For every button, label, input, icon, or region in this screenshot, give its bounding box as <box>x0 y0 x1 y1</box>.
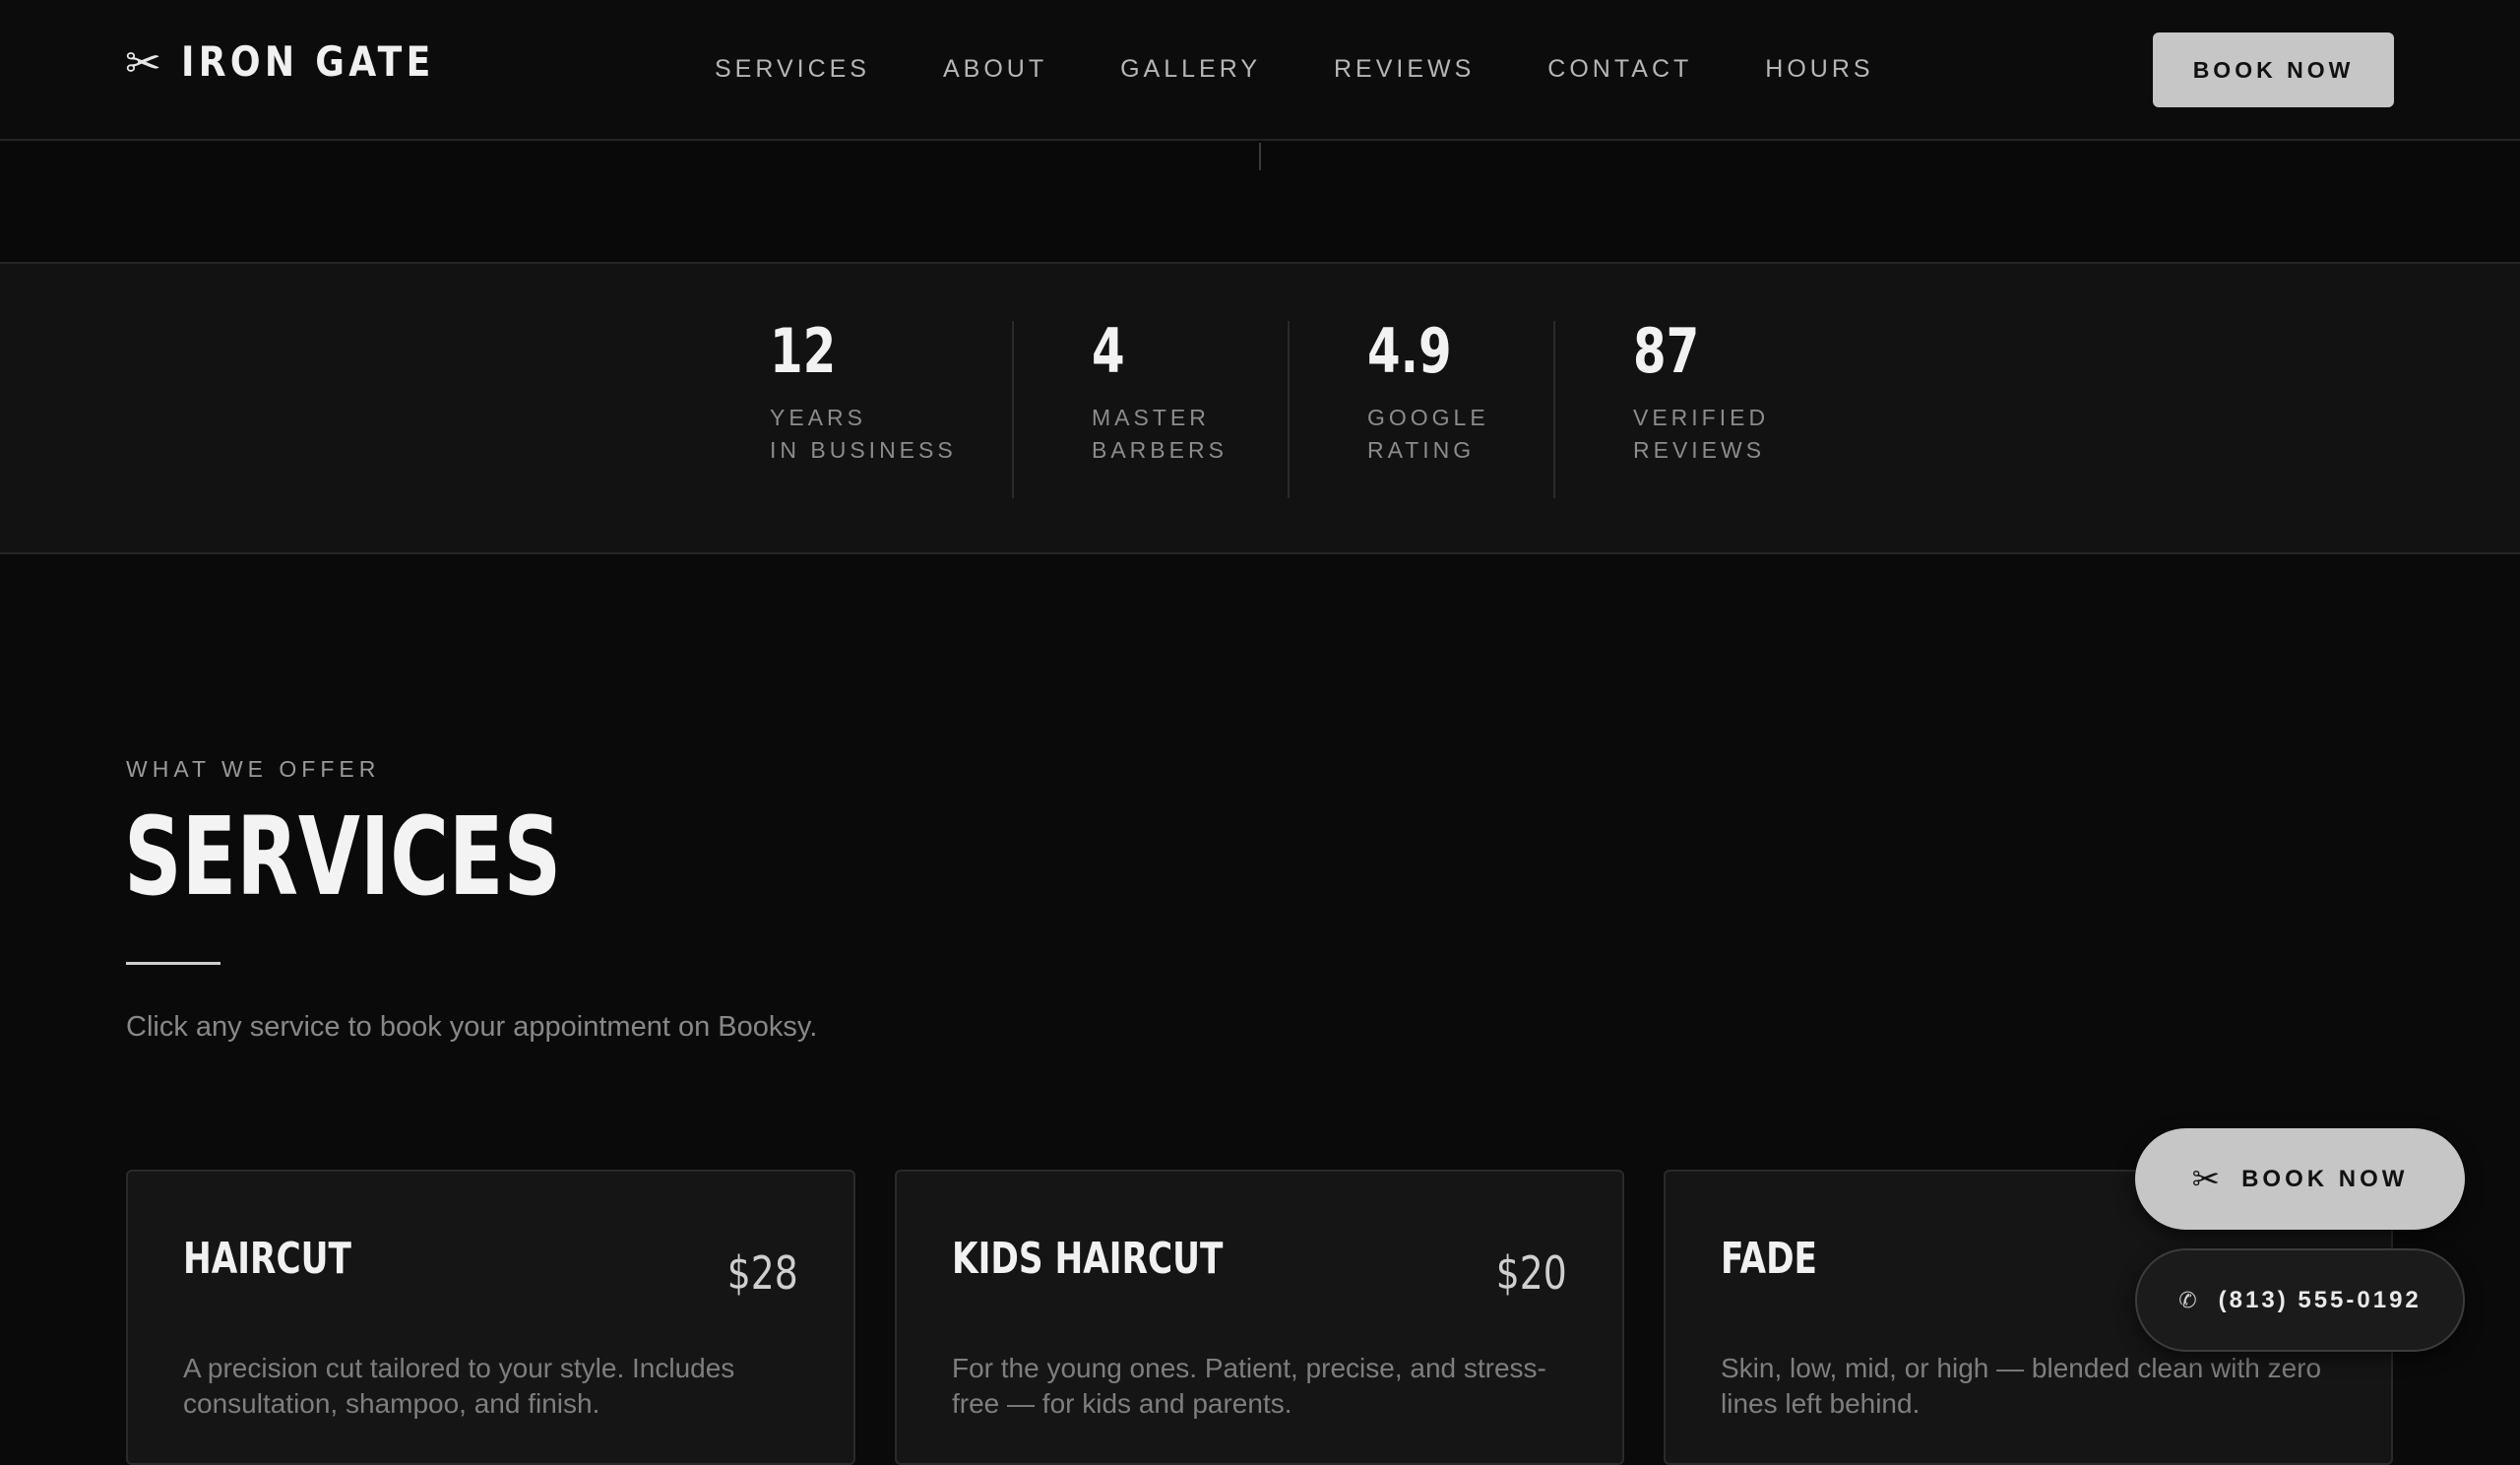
stats-bar: 12 YEARS IN BUSINESS 4 MASTER BARBERS 4.… <box>0 262 2520 554</box>
service-description: Skin, low, mid, or high — blended clean … <box>1721 1353 2322 1419</box>
service-title: FADE <box>1721 1234 1817 1284</box>
section-subtitle: Click any service to book your appointme… <box>126 1011 818 1043</box>
stat-years: 12 YEARS IN BUSINESS <box>770 321 957 467</box>
section-title: SERVICES <box>124 794 562 920</box>
service-price: $28 <box>726 1246 798 1300</box>
scissors-icon: ✂ <box>125 38 161 88</box>
stat-value: 12 <box>770 315 837 387</box>
service-card-haircut[interactable]: HAIRCUT $28 A precision cut tailored to … <box>126 1170 855 1465</box>
nav-link-gallery[interactable]: GALLERY <box>1120 55 1261 84</box>
section-eyebrow: WHAT WE OFFER <box>126 756 381 782</box>
nav-link-services[interactable]: SERVICES <box>715 55 870 84</box>
service-description: A precision cut tailored to your style. … <box>183 1353 735 1419</box>
scroll-indicator-line <box>1259 143 1261 170</box>
stat-divider <box>1288 321 1290 498</box>
service-title: KIDS HAIRCUT <box>952 1234 1224 1284</box>
stat-label-line2: REVIEWS <box>1633 437 1766 463</box>
stat-label-line1: VERIFIED <box>1633 405 1770 430</box>
brand-logo[interactable]: ✂ IRON GATE <box>125 37 475 86</box>
hero-bottom-strip <box>0 143 2520 262</box>
nav-link-reviews[interactable]: REVIEWS <box>1334 55 1475 84</box>
floating-book-label: BOOK NOW <box>2241 1165 2409 1192</box>
service-title: HAIRCUT <box>183 1234 351 1284</box>
stat-value: 87 <box>1633 315 1700 387</box>
stat-value: 4 <box>1092 315 1125 387</box>
stat-label-line1: YEARS <box>770 405 866 430</box>
stat-label-line1: GOOGLE <box>1367 405 1489 430</box>
stat-divider <box>1012 321 1014 498</box>
stat-rating: 4.9 GOOGLE RATING <box>1367 321 1489 467</box>
site-header: ✂ IRON GATE SERVICES ABOUT GALLERY REVIE… <box>0 0 2520 141</box>
service-card-kids-haircut[interactable]: KIDS HAIRCUT $20 For the young ones. Pat… <box>895 1170 1624 1465</box>
stat-reviews: 87 VERIFIED REVIEWS <box>1633 321 1769 467</box>
nav-link-contact[interactable]: CONTACT <box>1547 55 1692 84</box>
stat-label-line1: MASTER <box>1092 405 1210 430</box>
phone-icon: ✆ <box>2178 1287 2197 1312</box>
scissors-icon: ✂ <box>2191 1160 2221 1198</box>
nav-link-about[interactable]: ABOUT <box>943 55 1047 84</box>
floating-book-now-button[interactable]: ✂ BOOK NOW <box>2135 1128 2465 1230</box>
header-book-now-button[interactable]: BOOK NOW <box>2153 32 2394 107</box>
title-underline <box>126 962 220 965</box>
stat-label-line2: RATING <box>1367 437 1476 463</box>
stat-label-line2: BARBERS <box>1092 437 1228 463</box>
service-price: $20 <box>1495 1246 1567 1300</box>
stat-value: 4.9 <box>1367 315 1452 387</box>
nav-link-hours[interactable]: HOURS <box>1765 55 1873 84</box>
stat-label-line2: IN BUSINESS <box>770 437 957 463</box>
main-nav: SERVICES ABOUT GALLERY REVIEWS CONTACT H… <box>715 55 1947 84</box>
floating-phone-number: (813) 555-0192 <box>2218 1286 2422 1313</box>
service-description: For the young ones. Patient, precise, an… <box>952 1353 1546 1419</box>
floating-phone-button[interactable]: ✆ (813) 555-0192 <box>2135 1248 2465 1352</box>
stat-barbers: 4 MASTER BARBERS <box>1092 321 1228 467</box>
stat-divider <box>1553 321 1555 498</box>
brand-name: IRON GATE <box>180 37 435 86</box>
